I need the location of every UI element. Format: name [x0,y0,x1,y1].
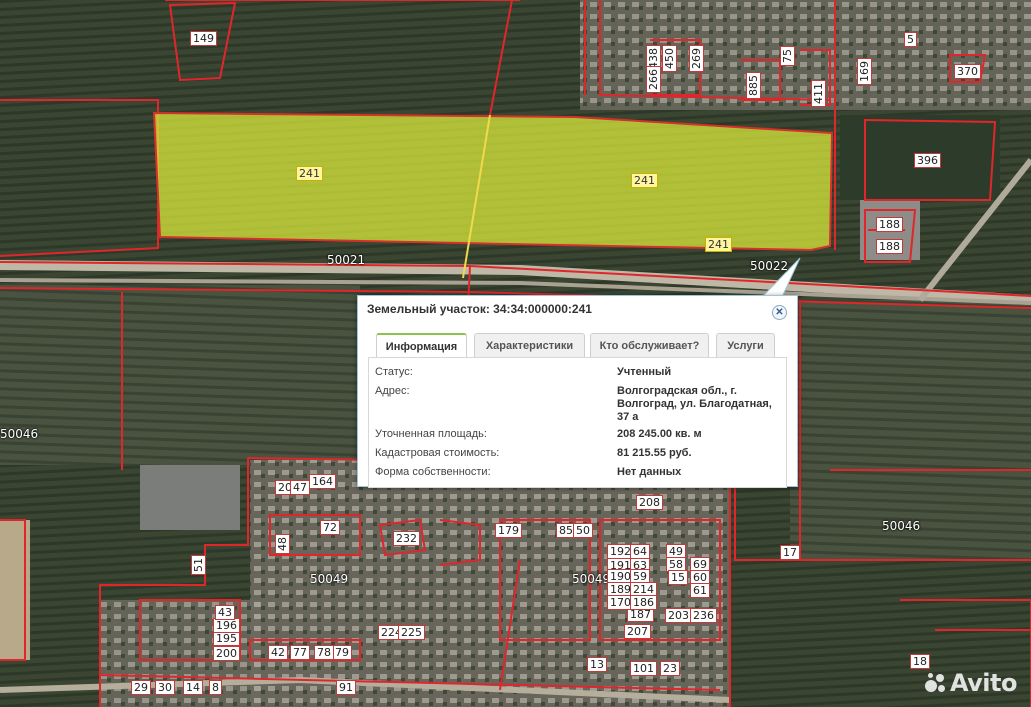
parcel-label[interactable]: 61 [690,583,710,598]
selected-parcel-241[interactable] [152,111,834,252]
parcel-label[interactable]: 396 [914,153,941,168]
parcel-label[interactable]: 48 [275,534,290,554]
terrain-fields-southwest [0,285,360,465]
selected-parcel-label: 241 [296,166,323,181]
parcel-label[interactable]: 14 [183,680,203,695]
parcel-label[interactable]: 79 [332,645,352,660]
parcel-label[interactable]: 29 [131,680,151,695]
avito-logo-icon [924,672,947,694]
parcel-label[interactable]: 5 [904,32,917,47]
parcel-label[interactable]: 91 [336,680,356,695]
parcel-label[interactable]: 225 [398,625,425,640]
selected-parcel-label: 241 [705,237,732,252]
parcel-label[interactable]: 30 [155,680,175,695]
parcel-label[interactable]: 203 [665,608,692,623]
parcel-label[interactable]: 18 [910,654,930,669]
parcel-label[interactable]: 207 [624,624,651,639]
parcel-label[interactable]: 72 [320,520,340,535]
avito-watermark: Avito [924,669,1018,697]
cadastral-value-value: 81 215.55 руб. [617,447,692,459]
cadastral-quarter-label: 50049 [310,572,349,586]
parcel-label[interactable]: 232 [393,531,420,546]
parcel-label[interactable]: 269 [689,45,704,72]
parcel-label[interactable]: 411 [811,80,826,107]
tab-who-serves[interactable]: Кто обслуживает? [590,333,709,357]
tab-characteristics[interactable]: Характеристики [474,333,585,357]
popup-tabs: Информация Характеристики Кто обслуживае… [368,333,787,357]
parcel-label[interactable]: 195 [213,631,240,646]
parcel-label[interactable]: 200 [213,646,240,661]
selected-parcel-label: 241 [631,173,658,188]
popup-title: Земельный участок: 34:34:000000:241 [367,302,592,316]
parcel-info-popup: Земельный участок: 34:34:000000:241 ✕ Ин… [357,295,798,488]
parcel-label[interactable]: 164 [309,474,336,489]
parcel-label[interactable]: 236 [690,608,717,623]
cadastral-quarter-label: 50046 [0,427,39,441]
parcel-label[interactable]: 266 [646,66,661,93]
area-label: Уточненная площадь: [375,428,487,440]
info-panel: Статус: Учтенный Адрес: Волгоградская об… [368,357,787,488]
cadastral-quarter-label: 50022 [750,259,789,273]
avito-watermark-text: Avito [949,669,1018,697]
garage-block [140,465,240,530]
parcel-label[interactable]: 208 [636,495,663,510]
tab-services[interactable]: Услуги [716,333,775,357]
parcel-label[interactable]: 188 [876,217,903,232]
status-value: Учтенный [617,366,672,378]
status-label: Статус: [375,366,413,378]
parcel-label[interactable]: 196 [213,618,240,633]
close-icon[interactable]: ✕ [772,305,787,320]
parcel-label[interactable]: 13 [587,657,607,672]
address-value: Волгоградская обл., г. Волгоград, ул. Бл… [617,385,772,423]
parcel-label[interactable]: 370 [954,64,981,79]
parcel-label[interactable]: 450 [662,45,677,72]
parcel-label[interactable]: 23 [660,661,680,676]
parcel-label[interactable]: 15 [668,570,688,585]
parcel-label[interactable]: 101 [630,661,657,676]
ownership-value: Нет данных [617,466,682,478]
parcel-label[interactable]: 77 [290,645,310,660]
cadastral-quarter-label: 50049 [572,572,611,586]
parcel-label[interactable]: 75 [780,46,795,66]
area-value: 208 245.00 кв. м [617,428,702,440]
parcel-label[interactable]: 17 [780,545,800,560]
parcel-label[interactable]: 149 [190,31,217,46]
address-label: Адрес: [375,385,410,397]
parcel-label[interactable]: 78 [314,645,334,660]
ownership-label: Форма собственности: [375,466,491,478]
tab-information[interactable]: Информация [376,333,467,357]
parcel-label[interactable]: 8 [209,680,222,695]
parcel-label[interactable]: 50 [573,523,593,538]
parcel-label[interactable]: 179 [495,523,522,538]
parcel-label[interactable]: 47 [290,480,310,495]
parcel-label[interactable]: 51 [191,555,206,575]
parcel-label[interactable]: 64 [630,544,650,559]
parcel-label[interactable]: 169 [857,58,872,85]
parcel-label[interactable]: 186 [630,595,657,610]
cadastral-quarter-label: 50046 [882,519,921,533]
parcel-label[interactable]: 885 [746,72,761,99]
parcel-label[interactable]: 43 [215,605,235,620]
cadastral-value-label: Кадастровая стоимость: [375,447,500,459]
parcel-label[interactable]: 42 [268,645,288,660]
parcel-label[interactable]: 188 [876,239,903,254]
cadastral-quarter-label: 50021 [327,253,366,267]
